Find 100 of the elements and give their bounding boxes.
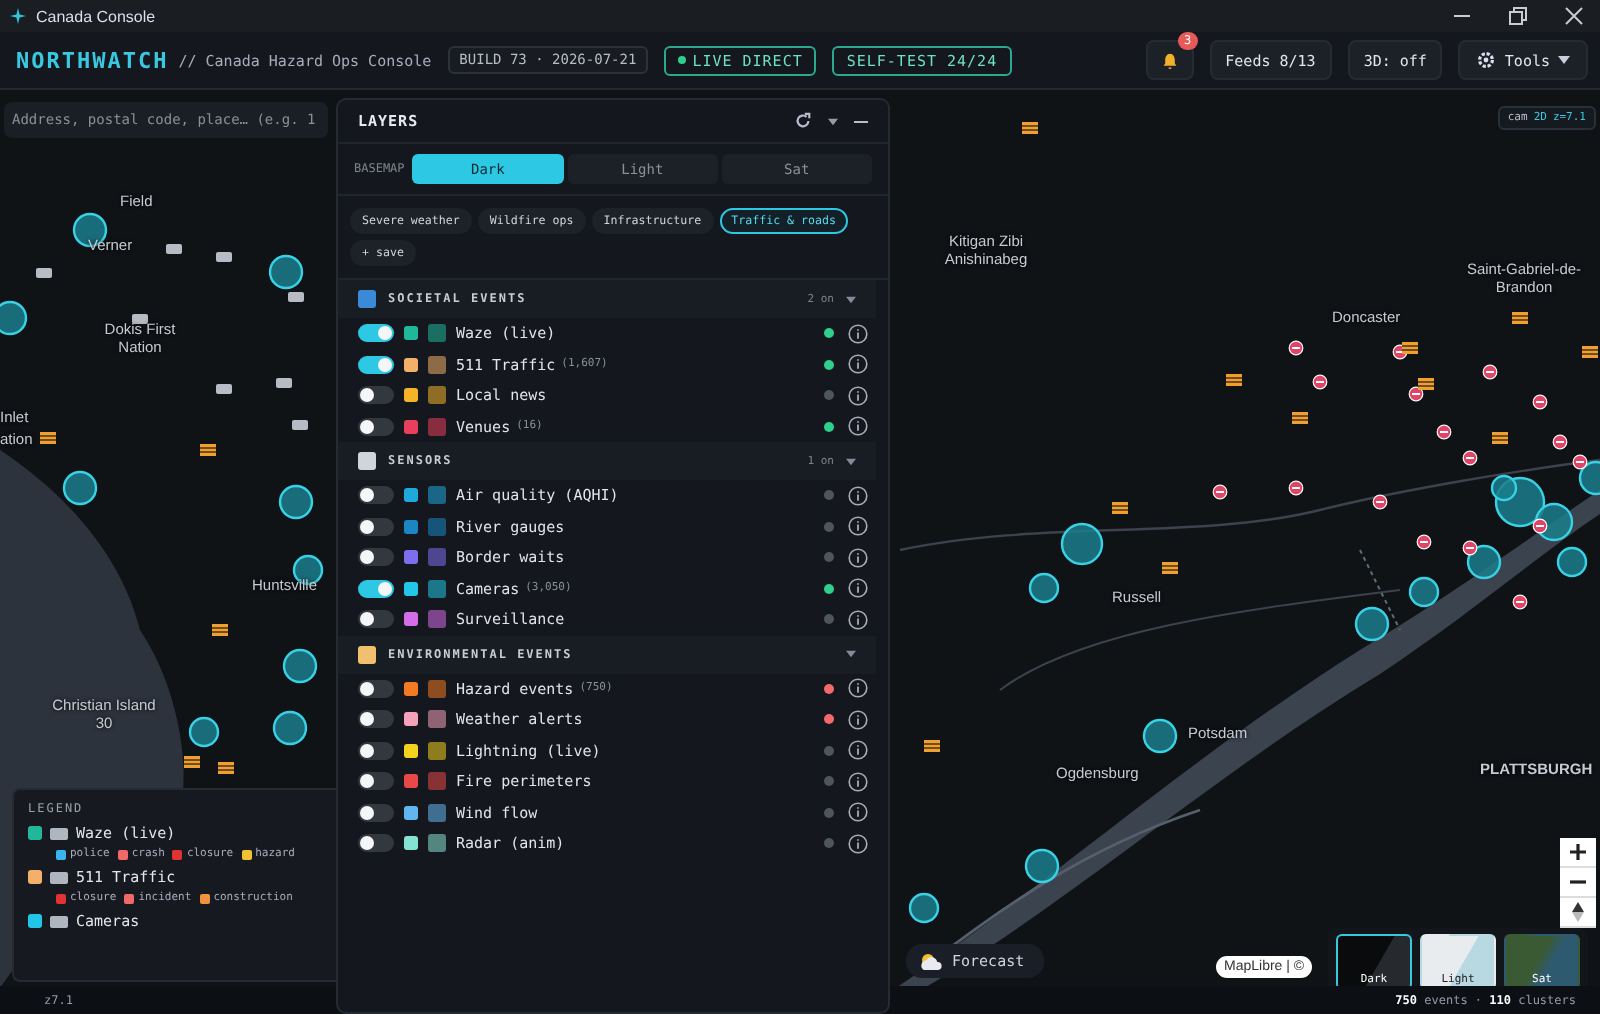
caret-icon[interactable] — [828, 117, 838, 125]
caret-icon — [1558, 56, 1570, 64]
info-icon[interactable] — [848, 547, 868, 568]
barrier-marker[interactable] — [1491, 432, 1509, 444]
barrier-marker[interactable] — [1225, 374, 1243, 386]
info-icon[interactable] — [848, 354, 868, 375]
info-icon[interactable] — [848, 578, 868, 599]
closure-marker[interactable] — [1312, 374, 1328, 390]
cluster-marker[interactable] — [1408, 576, 1440, 608]
layer-toggle[interactable] — [358, 355, 394, 374]
layer-toggle[interactable] — [358, 772, 394, 791]
layer-toggle[interactable] — [358, 741, 394, 760]
cluster-marker[interactable] — [62, 470, 98, 506]
layer-toggle[interactable] — [358, 417, 394, 436]
closure-marker[interactable] — [1372, 494, 1388, 510]
cluster-marker[interactable] — [1578, 460, 1600, 496]
cluster-marker[interactable] — [0, 300, 28, 336]
info-icon[interactable] — [848, 485, 868, 506]
info-icon[interactable] — [848, 416, 868, 437]
info-icon[interactable] — [848, 709, 868, 730]
layer-toggle[interactable] — [358, 834, 394, 853]
closure-marker[interactable] — [1436, 424, 1452, 440]
barrier-marker[interactable] — [1417, 378, 1435, 390]
layer-toggle[interactable] — [358, 486, 394, 505]
closure-marker[interactable] — [1462, 540, 1478, 556]
barrier-marker[interactable] — [1021, 122, 1039, 134]
cluster-marker[interactable] — [1556, 546, 1588, 578]
closure-marker[interactable] — [1482, 364, 1498, 380]
closure-marker[interactable] — [1288, 480, 1304, 496]
info-icon[interactable] — [848, 609, 868, 630]
barrier-marker[interactable] — [1111, 502, 1129, 514]
layer-toggle[interactable] — [358, 803, 394, 822]
closure-marker[interactable] — [1416, 534, 1432, 550]
closure-marker[interactable] — [1288, 340, 1304, 356]
cluster-marker[interactable] — [188, 716, 220, 748]
section-icon — [358, 290, 376, 308]
layer-toggle[interactable] — [358, 610, 394, 629]
info-icon[interactable] — [848, 516, 868, 537]
layer-toggle[interactable] — [358, 324, 394, 343]
zoom-in-button[interactable] — [1560, 838, 1596, 868]
layer-toggle[interactable] — [358, 386, 394, 405]
tile-icon — [428, 386, 446, 405]
refresh-icon[interactable] — [794, 112, 812, 130]
cluster-marker[interactable] — [1490, 474, 1518, 502]
section-icon — [358, 645, 376, 663]
cluster-marker[interactable] — [908, 892, 940, 924]
close-icon[interactable] — [1564, 6, 1584, 26]
cluster-marker[interactable] — [1466, 544, 1502, 580]
closure-marker[interactable] — [1512, 594, 1528, 610]
barrier-marker[interactable] — [1581, 346, 1599, 358]
layer-toggle[interactable] — [358, 710, 394, 729]
caret-icon[interactable] — [846, 457, 856, 465]
closure-marker[interactable] — [1462, 450, 1478, 466]
closure-marker[interactable] — [1572, 454, 1588, 470]
barrier-marker[interactable] — [1161, 562, 1179, 574]
cloud-sun-icon — [918, 951, 942, 971]
barrier-marker[interactable] — [1291, 412, 1309, 424]
window-title: Canada Console — [36, 7, 156, 25]
marker-icon — [50, 827, 68, 839]
info-icon[interactable] — [848, 678, 868, 699]
caret-icon[interactable] — [846, 650, 856, 658]
barrier-marker[interactable] — [39, 432, 57, 444]
layer-toggle[interactable] — [358, 517, 394, 536]
restore-icon[interactable] — [1508, 6, 1528, 26]
layer-toggle[interactable] — [358, 548, 394, 567]
info-icon[interactable] — [848, 833, 868, 854]
barrier-marker[interactable] — [217, 762, 235, 774]
cluster-marker[interactable] — [278, 484, 314, 520]
cluster-marker[interactable] — [268, 254, 304, 290]
barrier-marker[interactable] — [183, 756, 201, 768]
barrier-marker[interactable] — [1401, 342, 1419, 354]
barrier-marker[interactable] — [199, 444, 217, 456]
tile-icon — [428, 355, 446, 374]
cluster-marker[interactable] — [1354, 606, 1390, 642]
info-icon[interactable] — [848, 740, 868, 761]
closure-marker[interactable] — [1532, 518, 1548, 534]
cluster-marker[interactable] — [1060, 522, 1104, 566]
cluster-marker[interactable] — [1142, 718, 1178, 754]
layer-toggle[interactable] — [358, 679, 394, 698]
layer-toggle[interactable] — [358, 579, 394, 598]
cluster-marker[interactable] — [1028, 572, 1060, 604]
info-icon[interactable] — [848, 771, 868, 792]
info-icon[interactable] — [848, 802, 868, 823]
barrier-marker[interactable] — [1511, 312, 1529, 324]
tile-icon — [428, 610, 446, 629]
closure-marker[interactable] — [1552, 434, 1568, 450]
barrier-marker[interactable] — [211, 624, 229, 636]
info-icon[interactable] — [848, 385, 868, 406]
tile-icon — [428, 517, 446, 536]
tile-icon — [428, 486, 446, 505]
cluster-marker[interactable] — [282, 648, 318, 684]
compass-button[interactable] — [1560, 898, 1596, 928]
cluster-marker[interactable] — [272, 710, 308, 746]
caret-icon[interactable] — [846, 295, 856, 303]
cluster-marker[interactable] — [1024, 848, 1060, 884]
closure-marker[interactable] — [1408, 386, 1424, 402]
closure-marker[interactable] — [1532, 394, 1548, 410]
info-icon[interactable] — [848, 323, 868, 344]
closure-marker[interactable] — [1212, 484, 1228, 500]
barrier-marker[interactable] — [923, 740, 941, 752]
